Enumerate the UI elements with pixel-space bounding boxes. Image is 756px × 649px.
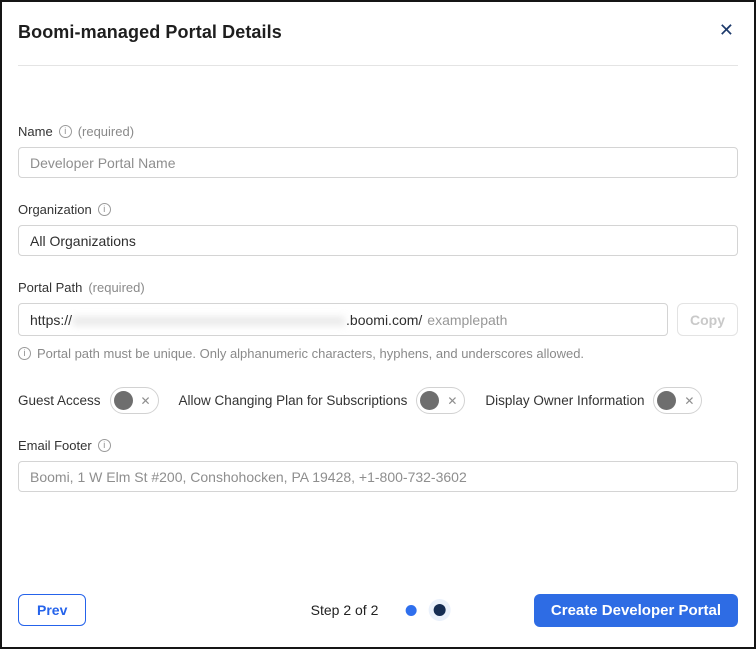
- info-icon[interactable]: i: [59, 125, 72, 138]
- modal-header: Boomi-managed Portal Details ✕: [2, 2, 754, 43]
- portal-path-url-prefix: https://: [30, 312, 72, 328]
- portal-path-field-group: Portal Path (required) https:// xxxxxxxx…: [18, 280, 738, 361]
- name-required-note: (required): [78, 124, 134, 139]
- guest-access-toggle-group: Guest Access ✕: [18, 387, 159, 414]
- email-footer-label: Email Footer: [18, 438, 92, 453]
- step-dot-2-current: [433, 604, 445, 616]
- portal-path-required-note: (required): [88, 280, 144, 295]
- display-owner-info-label: Display Owner Information: [485, 393, 644, 408]
- guest-access-toggle[interactable]: ✕: [110, 387, 159, 414]
- portal-path-label: Portal Path: [18, 280, 82, 295]
- modal-title: Boomi-managed Portal Details: [18, 22, 738, 43]
- name-field-group: Name i (required): [18, 124, 738, 178]
- step-dots: [405, 604, 445, 616]
- display-owner-info-toggle-group: Display Owner Information ✕: [485, 387, 702, 414]
- toggle-knob: [657, 391, 676, 410]
- name-label-row: Name i (required): [18, 124, 738, 139]
- toggle-off-x-icon: ✕: [447, 395, 457, 407]
- copy-button[interactable]: Copy: [677, 303, 738, 336]
- create-developer-portal-button[interactable]: Create Developer Portal: [534, 594, 738, 627]
- toggles-row: Guest Access ✕ Allow Changing Plan for S…: [18, 387, 738, 414]
- allow-changing-plan-toggle[interactable]: ✕: [416, 387, 465, 414]
- organization-label: Organization: [18, 202, 92, 217]
- toggle-off-x-icon: ✕: [684, 395, 694, 407]
- step-dot-1: [405, 605, 416, 616]
- close-icon[interactable]: ✕: [719, 20, 734, 40]
- portal-path-input[interactable]: https:// xxxxxxxxxxxxxxxxxxxxxxxxxxxxxxx…: [18, 303, 668, 336]
- email-footer-field-group: Email Footer i: [18, 438, 738, 492]
- header-divider: [18, 65, 738, 66]
- info-icon[interactable]: i: [98, 203, 111, 216]
- guest-access-label: Guest Access: [18, 393, 101, 408]
- name-input[interactable]: [18, 147, 738, 178]
- portal-path-row: https:// xxxxxxxxxxxxxxxxxxxxxxxxxxxxxxx…: [18, 303, 738, 336]
- organization-label-row: Organization i: [18, 202, 738, 217]
- allow-changing-plan-toggle-group: Allow Changing Plan for Subscriptions ✕: [179, 387, 466, 414]
- toggle-knob: [114, 391, 133, 410]
- portal-path-url-suffix: .boomi.com/: [346, 312, 422, 328]
- toggle-off-x-icon: ✕: [140, 395, 150, 407]
- portal-details-modal: Boomi-managed Portal Details ✕ Name i (r…: [0, 0, 756, 649]
- info-icon[interactable]: i: [98, 439, 111, 452]
- email-footer-input[interactable]: [18, 461, 738, 492]
- allow-changing-plan-label: Allow Changing Plan for Subscriptions: [179, 393, 408, 408]
- organization-field-group: Organization i: [18, 202, 738, 256]
- toggle-knob: [420, 391, 439, 410]
- portal-path-placeholder: examplepath: [427, 312, 507, 328]
- modal-body: Name i (required) Organization i Portal …: [2, 124, 754, 492]
- modal-footer: Prev Step 2 of 2 Create Developer Portal: [18, 594, 738, 626]
- portal-path-label-row: Portal Path (required): [18, 280, 738, 295]
- portal-path-hint: Portal path must be unique. Only alphanu…: [37, 346, 584, 361]
- email-footer-label-row: Email Footer i: [18, 438, 738, 453]
- prev-button[interactable]: Prev: [18, 594, 86, 626]
- organization-input[interactable]: [18, 225, 738, 256]
- step-text: Step 2 of 2: [311, 602, 379, 618]
- step-indicator: Step 2 of 2: [311, 602, 446, 618]
- info-icon: i: [18, 347, 31, 360]
- portal-path-url-redacted: xxxxxxxxxxxxxxxxxxxxxxxxxxxxxxxxxx: [73, 312, 345, 328]
- name-label: Name: [18, 124, 53, 139]
- portal-path-hint-row: i Portal path must be unique. Only alpha…: [18, 346, 738, 361]
- display-owner-info-toggle[interactable]: ✕: [653, 387, 702, 414]
